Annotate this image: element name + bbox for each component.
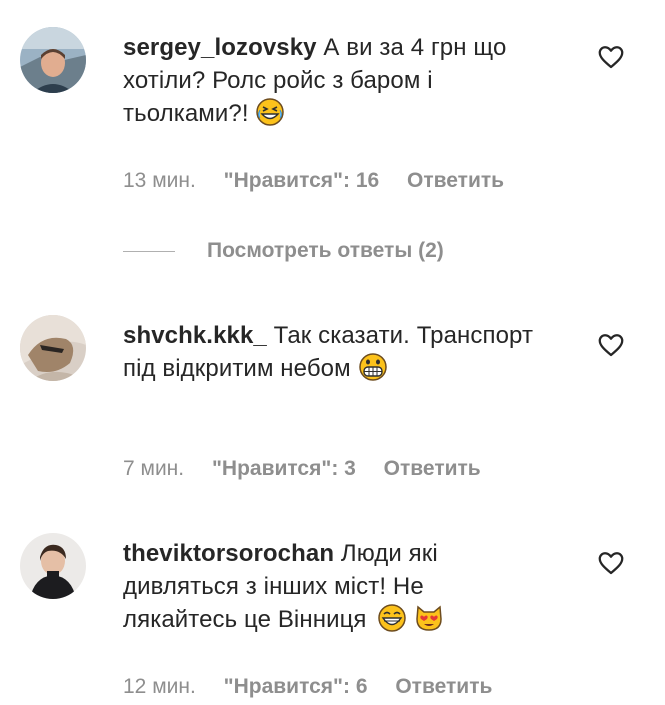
comment-username[interactable]: sergey_lozovsky bbox=[123, 34, 317, 61]
comment-text: theviktorsorochan Люди які дивляться з і… bbox=[123, 537, 518, 636]
grimacing-emoji bbox=[358, 353, 387, 381]
comment-text: sergey_lozovsky А ви за 4 грн що хотіли?… bbox=[123, 31, 518, 130]
comment-time[interactable]: 7 мин. bbox=[123, 457, 184, 480]
divider bbox=[123, 250, 175, 252]
avatar[interactable] bbox=[20, 533, 86, 599]
laughing-tears-emoji bbox=[256, 98, 285, 126]
grinning-emoji bbox=[378, 604, 407, 632]
view-replies-button[interactable]: Посмотреть ответы (2) bbox=[123, 236, 444, 266]
comment-username[interactable]: shvchk.kkk_ bbox=[123, 322, 267, 349]
comment-time[interactable]: 12 мин. bbox=[123, 675, 196, 698]
comment-likes[interactable]: "Нравится": 16 bbox=[224, 169, 380, 192]
avatar[interactable] bbox=[20, 315, 86, 381]
like-heart-icon[interactable] bbox=[596, 548, 626, 578]
comment-meta: 12 мин. "Нравится": 6 Ответить bbox=[123, 675, 514, 699]
comment-likes[interactable]: "Нравится": 3 bbox=[212, 457, 356, 480]
comment-meta: 13 мин. "Нравится": 16 Ответить bbox=[123, 169, 526, 193]
comment-time[interactable]: 13 мин. bbox=[123, 169, 196, 192]
like-heart-icon[interactable] bbox=[596, 42, 626, 72]
avatar[interactable] bbox=[20, 27, 86, 93]
comment-meta: 7 мин. "Нравится": 3 Ответить bbox=[123, 457, 503, 481]
comment-likes[interactable]: "Нравится": 6 bbox=[224, 675, 368, 698]
comment-username[interactable]: theviktorsorochan bbox=[123, 540, 334, 567]
heart-eyes-cat-emoji bbox=[416, 605, 442, 631]
comment-text: shvchk.kkk_ Так сказати. Транспорт під в… bbox=[123, 319, 543, 385]
reply-button[interactable]: Ответить bbox=[407, 169, 504, 192]
reply-button[interactable]: Ответить bbox=[384, 457, 481, 480]
reply-button[interactable]: Ответить bbox=[395, 675, 492, 698]
view-replies-label: Посмотреть ответы (2) bbox=[207, 239, 444, 262]
like-heart-icon[interactable] bbox=[596, 330, 626, 360]
